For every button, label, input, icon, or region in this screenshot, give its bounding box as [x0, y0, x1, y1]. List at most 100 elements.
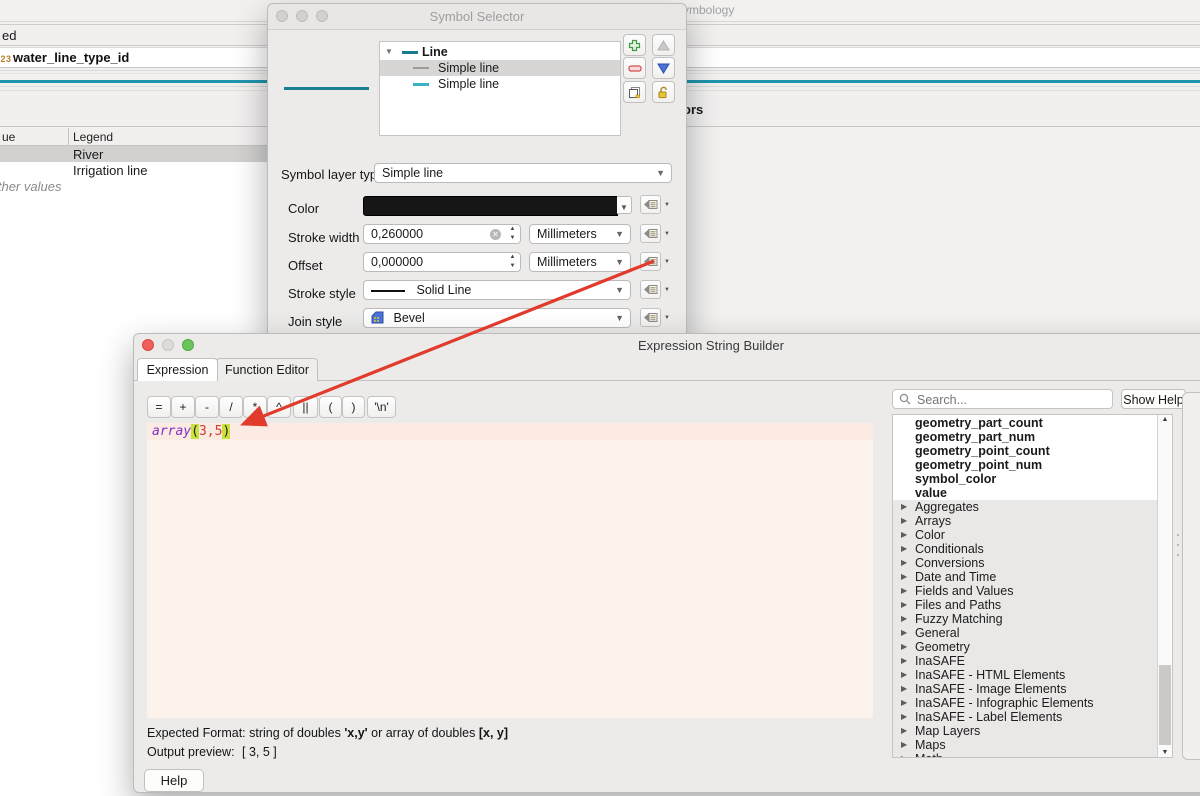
scrollbar-thumb[interactable] — [1159, 665, 1171, 745]
column-value[interactable]: ue — [2, 130, 15, 144]
tree-item-simple-line-2[interactable]: Simple line — [380, 76, 620, 92]
operator-power-button[interactable]: ^ — [267, 396, 291, 418]
operator-concat-button[interactable]: || — [293, 396, 318, 418]
color-swatch-button[interactable] — [363, 196, 618, 216]
chevron-right-icon[interactable]: ▶ — [901, 752, 907, 758]
function-list[interactable]: geometry_part_count geometry_part_num ge… — [892, 414, 1173, 758]
stroke-width-input[interactable]: 0,260000 ✕ — [363, 224, 507, 244]
help-button[interactable]: Help — [144, 769, 204, 792]
symbol-selector-titlebar[interactable]: Symbol Selector — [268, 4, 686, 30]
override-menu-caret[interactable]: ▼ — [664, 202, 670, 208]
function-group[interactable]: ▶Math — [893, 752, 1157, 758]
symbol-layer-tree[interactable]: ▼ Line Simple line Simple line — [379, 41, 621, 136]
offset-unit-dropdown[interactable]: Millimeters ▼ — [529, 252, 631, 272]
chevron-right-icon[interactable]: ▶ — [901, 738, 907, 752]
chevron-right-icon[interactable]: ▶ — [901, 696, 907, 710]
stroke-width-data-defined-override-button[interactable] — [640, 224, 661, 243]
chevron-right-icon[interactable]: ▶ — [901, 682, 907, 696]
function-group[interactable]: ▶InaSAFE - Label Elements — [893, 710, 1157, 724]
function-group[interactable]: ▶Color — [893, 528, 1157, 542]
operator-newline-button[interactable]: '\n' — [367, 396, 396, 418]
join-style-dropdown[interactable]: Bevel ▼ — [363, 308, 631, 328]
tree-item-simple-line-1[interactable]: Simple line — [380, 60, 620, 76]
operator-divide-button[interactable]: / — [219, 396, 243, 418]
stroke-width-stepper[interactable]: ▲▼ — [505, 224, 521, 244]
chevron-right-icon[interactable]: ▶ — [901, 584, 907, 598]
chevron-right-icon[interactable]: ▶ — [901, 668, 907, 682]
chevron-down-icon[interactable]: ▼ — [385, 44, 393, 60]
operator-multiply-button[interactable]: * — [243, 396, 267, 418]
duplicate-symbol-layer-button[interactable] — [623, 81, 646, 103]
color-dropdown-button[interactable]: ▼ — [617, 196, 632, 214]
override-menu-caret[interactable]: ▼ — [664, 287, 670, 293]
chevron-right-icon[interactable]: ▶ — [901, 598, 907, 612]
override-menu-caret[interactable]: ▼ — [664, 315, 670, 321]
expression-editor[interactable]: array(3,5) — [147, 423, 873, 718]
offset-stepper[interactable]: ▲▼ — [505, 252, 521, 272]
function-group[interactable]: ▶InaSAFE - Infographic Elements — [893, 696, 1157, 710]
function-group[interactable]: ▶Conversions — [893, 556, 1157, 570]
function-group[interactable]: ▶Maps — [893, 738, 1157, 752]
tab-function-editor[interactable]: Function Editor — [216, 358, 318, 381]
remove-symbol-layer-button[interactable] — [623, 57, 646, 79]
function-item[interactable]: symbol_color — [893, 472, 1157, 486]
function-group[interactable]: ▶InaSAFE — [893, 654, 1157, 668]
expression-builder-titlebar[interactable]: Expression String Builder — [134, 334, 1200, 356]
search-input[interactable] — [915, 390, 1109, 410]
chevron-right-icon[interactable]: ▶ — [901, 654, 907, 668]
function-group[interactable]: ▶InaSAFE - HTML Elements — [893, 668, 1157, 682]
operator-plus-button[interactable]: + — [171, 396, 195, 418]
expression-text[interactable]: array(3,5) — [152, 424, 230, 439]
chevron-right-icon[interactable]: ▶ — [901, 528, 907, 542]
color-data-defined-override-button[interactable] — [640, 195, 661, 214]
table-row[interactable]: River — [0, 146, 270, 162]
chevron-right-icon[interactable]: ▶ — [901, 514, 907, 528]
function-group[interactable]: ▶General — [893, 626, 1157, 640]
function-item[interactable]: geometry_part_num — [893, 430, 1157, 444]
join-style-data-defined-override-button[interactable] — [640, 308, 661, 327]
chevron-right-icon[interactable]: ▶ — [901, 556, 907, 570]
scroll-up-arrow[interactable]: ▲ — [1158, 416, 1172, 423]
move-down-button[interactable] — [652, 57, 675, 79]
stroke-style-data-defined-override-button[interactable] — [640, 280, 661, 299]
function-group[interactable]: ▶Fields and Values — [893, 584, 1157, 598]
show-help-button[interactable]: Show Help — [1121, 389, 1186, 409]
scroll-down-arrow[interactable]: ▼ — [1158, 749, 1172, 756]
clear-icon[interactable]: ✕ — [490, 229, 501, 240]
table-row[interactable]: Irrigation line — [0, 162, 270, 178]
chevron-right-icon[interactable]: ▶ — [901, 500, 907, 514]
tab-expression[interactable]: Expression — [137, 358, 218, 381]
add-symbol-layer-button[interactable] — [623, 34, 646, 56]
tree-item-line[interactable]: ▼ Line — [380, 44, 620, 60]
function-group[interactable]: ▶Conditionals — [893, 542, 1157, 556]
chevron-right-icon[interactable]: ▶ — [901, 724, 907, 738]
stroke-width-unit-dropdown[interactable]: Millimeters ▼ — [529, 224, 631, 244]
chevron-right-icon[interactable]: ▶ — [901, 612, 907, 626]
function-search-box[interactable] — [892, 389, 1113, 409]
chevron-right-icon[interactable]: ▶ — [901, 626, 907, 640]
chevron-right-icon[interactable]: ▶ — [901, 542, 907, 556]
function-group[interactable]: ▶Files and Paths — [893, 598, 1157, 612]
operator-open-paren-button[interactable]: ( — [319, 396, 342, 418]
function-group[interactable]: ▶Date and Time — [893, 570, 1157, 584]
operator-minus-button[interactable]: - — [195, 396, 219, 418]
function-list-scrollbar[interactable]: ▲ ▼ — [1157, 415, 1172, 757]
function-group[interactable]: ▶Fuzzy Matching — [893, 612, 1157, 626]
function-item[interactable]: geometry_point_count — [893, 444, 1157, 458]
function-group[interactable]: ▶Aggregates — [893, 500, 1157, 514]
stroke-style-dropdown[interactable]: Solid Line ▼ — [363, 280, 631, 300]
operator-equals-button[interactable]: = — [147, 396, 171, 418]
function-group[interactable]: ▶Geometry — [893, 640, 1157, 654]
operator-close-paren-button[interactable]: ) — [342, 396, 365, 418]
chevron-right-icon[interactable]: ▶ — [901, 640, 907, 654]
offset-input[interactable]: 0,000000 — [363, 252, 507, 272]
function-group[interactable]: ▶Map Layers — [893, 724, 1157, 738]
override-menu-caret[interactable]: ▼ — [664, 231, 670, 237]
chevron-right-icon[interactable]: ▶ — [901, 570, 907, 584]
table-row[interactable]: all other values — [0, 178, 270, 194]
function-item[interactable]: geometry_part_count — [893, 416, 1157, 430]
function-group[interactable]: ▶InaSAFE - Image Elements — [893, 682, 1157, 696]
chevron-right-icon[interactable]: ▶ — [901, 710, 907, 724]
move-up-button[interactable] — [652, 34, 675, 56]
function-item[interactable]: geometry_point_num — [893, 458, 1157, 472]
